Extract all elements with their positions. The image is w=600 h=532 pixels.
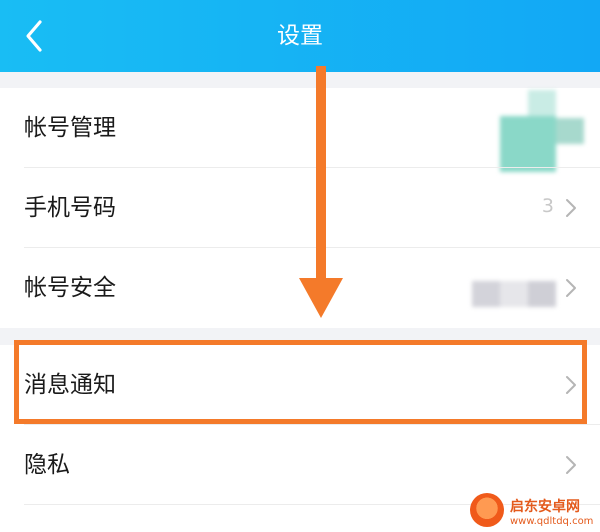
watermark-url: www.qdltdq.com: [510, 516, 594, 527]
settings-item-message-notifications[interactable]: 消息通知: [0, 345, 600, 425]
chevron-right-icon: [566, 456, 576, 474]
settings-item-label: 帐号安全: [24, 275, 116, 301]
account-settings-group: 帐号管理 手机号码 3 帐号安全: [0, 88, 600, 328]
chevron-right-icon: [566, 279, 576, 297]
settings-item-label: 帐号管理: [24, 115, 116, 141]
page-title: 设置: [277, 23, 323, 49]
settings-item-account-management[interactable]: 帐号管理: [0, 88, 600, 172]
chevron-right-icon: [566, 199, 576, 217]
app-header: 设置: [0, 0, 600, 72]
phone-number-value: 3: [541, 195, 554, 217]
avatar: [498, 90, 584, 172]
settings-item-label: 隐私: [24, 452, 70, 478]
chevron-right-icon: [566, 376, 576, 394]
watermark-name: 启东安卓网: [510, 499, 580, 515]
settings-item-label: 手机号码: [24, 195, 116, 221]
settings-item-account-security[interactable]: 帐号安全: [0, 248, 600, 328]
settings-item-label: 消息通知: [24, 372, 116, 398]
settings-item-privacy[interactable]: 隐私: [0, 425, 600, 505]
watermark-logo-icon: [470, 493, 504, 527]
security-status-blurred: [472, 281, 556, 307]
settings-item-phone-number[interactable]: 手机号码 3: [0, 168, 600, 248]
